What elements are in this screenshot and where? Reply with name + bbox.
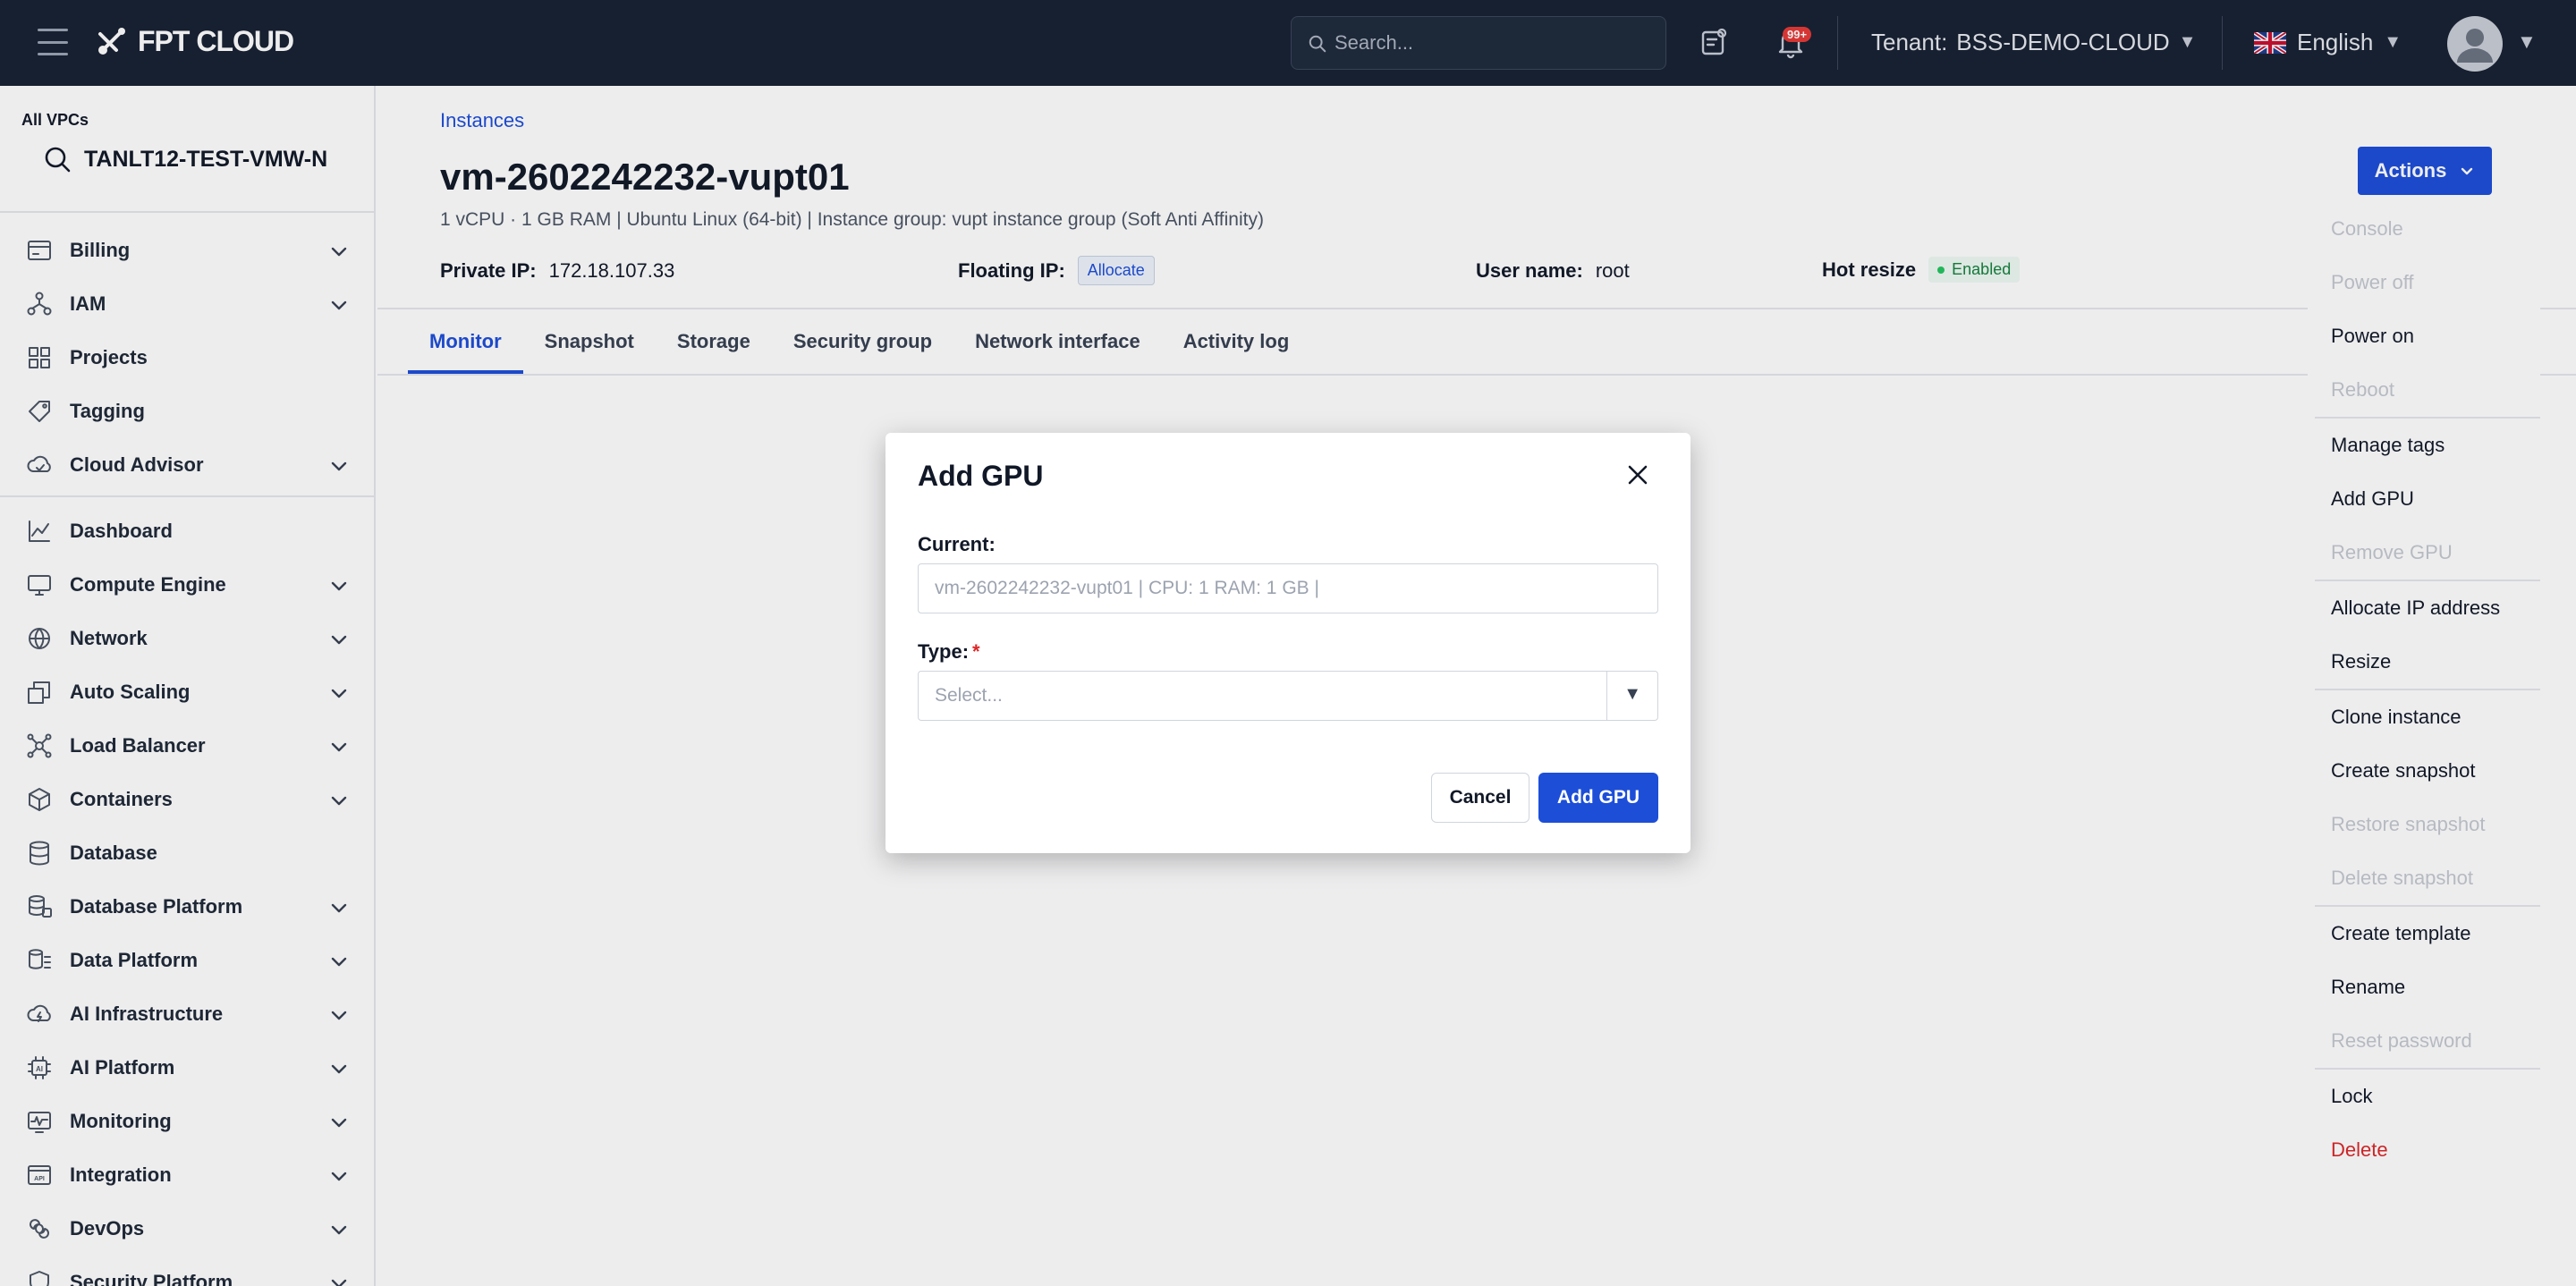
select-divider <box>1606 672 1607 720</box>
required-asterisk: * <box>972 640 980 663</box>
dialog-title: Add GPU <box>918 460 1044 492</box>
type-label-text: Type: <box>918 640 970 663</box>
close-icon[interactable] <box>1623 460 1653 490</box>
gpu-type-placeholder: Select... <box>935 685 1003 706</box>
caret-down-icon[interactable]: ▼ <box>1623 684 1641 705</box>
type-field-label: Type: * <box>918 640 980 664</box>
cancel-button[interactable]: Cancel <box>1431 773 1530 823</box>
add-gpu-dialog: Add GPU Current: Type:* Select... ▼ Canc… <box>886 433 1690 853</box>
gpu-type-select[interactable]: Select... ▼ <box>918 671 1658 721</box>
current-field[interactable] <box>918 563 1658 613</box>
add-gpu-submit-button[interactable]: Add GPU <box>1538 773 1658 823</box>
current-field-label: Current: <box>918 533 996 555</box>
